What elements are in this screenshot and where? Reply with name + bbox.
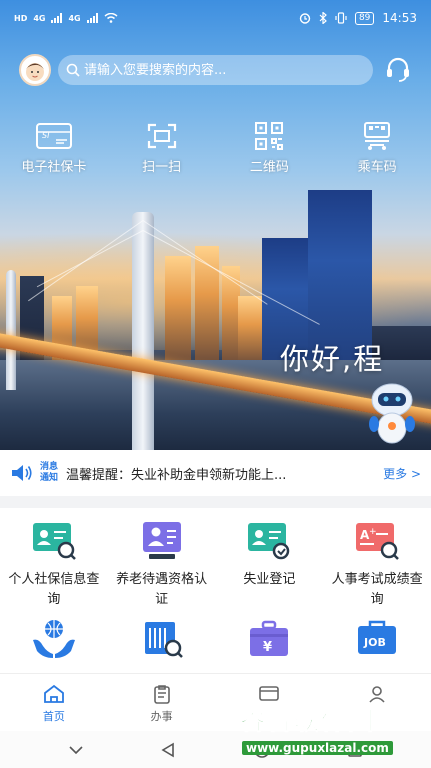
signal-icon xyxy=(51,13,63,23)
speaker-icon xyxy=(12,465,32,481)
collapse-icon[interactable] xyxy=(68,745,84,755)
signal-icon xyxy=(86,13,98,23)
service-pension-certification[interactable]: 养老待遇资格认证 xyxy=(108,520,216,618)
tab-label: 首页 xyxy=(42,710,65,723)
global-care-icon xyxy=(32,620,75,658)
notice-text[interactable]: 温馨提醒：失业补助金申领新功能上... xyxy=(66,464,346,483)
pension-certification-icon xyxy=(142,522,181,559)
service-unemployment-registration[interactable]: 失业登记 xyxy=(216,520,324,618)
social-insurance-query-icon xyxy=(32,523,76,560)
network-type-label: 4G xyxy=(33,13,46,23)
notice-badge-line1: 消息 xyxy=(40,462,59,472)
clipboard-icon xyxy=(153,685,170,704)
tab-label: 办事 xyxy=(150,710,173,723)
clock: 14:53 xyxy=(382,11,417,25)
service-personal-insurance-query[interactable]: 个人社保信息查询 xyxy=(0,520,108,618)
search-bar[interactable] xyxy=(58,55,373,85)
qr-code-icon xyxy=(255,122,284,150)
quick-action-label: 电子社保卡 xyxy=(21,160,87,175)
scan-icon xyxy=(147,123,176,149)
notice-badge: 消息 通知 xyxy=(40,462,58,484)
customer-service-icon[interactable] xyxy=(384,56,412,84)
yuan-briefcase-icon: ¥ xyxy=(250,620,289,656)
social-security-card-icon: SI xyxy=(35,123,72,149)
service-label: 失业登记 xyxy=(243,572,296,587)
service-exam-score-query[interactable]: A + 人事考试成绩查询 xyxy=(323,520,431,618)
bluetooth-icon xyxy=(319,12,327,24)
battery-indicator: 89 xyxy=(354,11,375,25)
notice-more-link[interactable]: 更多 > xyxy=(383,465,421,482)
section-divider xyxy=(0,496,431,508)
service-label: 人事考试成绩查询 xyxy=(331,572,423,607)
quick-action-ride-code[interactable]: 乘车码 xyxy=(323,120,431,175)
quick-action-social-security-card[interactable]: SI 电子社保卡 xyxy=(0,120,108,175)
bridge-pylon xyxy=(6,270,16,390)
unemployment-registration-icon xyxy=(248,523,290,560)
hd-label: HD xyxy=(14,13,28,23)
exam-score-query-icon: A + xyxy=(356,523,400,560)
quick-action-qr-code[interactable]: 二维码 xyxy=(216,120,324,175)
search-icon xyxy=(66,63,80,77)
avatar-face-icon xyxy=(26,63,44,81)
svg-text:+: + xyxy=(369,527,377,537)
tab-home[interactable]: 首页 xyxy=(0,674,108,731)
ride-code-icon xyxy=(364,122,391,150)
svg-text:¥: ¥ xyxy=(263,640,272,655)
wifi-icon xyxy=(104,13,118,23)
service-label: 养老待遇资格认证 xyxy=(116,572,208,607)
status-bar: HD 4G 4G 89 14:53 xyxy=(0,0,431,36)
vibrate-icon xyxy=(335,12,347,24)
skyline-building xyxy=(165,256,191,366)
service-label: 个人社保信息查询 xyxy=(8,572,100,607)
user-avatar[interactable] xyxy=(19,54,51,86)
job-icon-text: JOB xyxy=(363,636,386,649)
quick-action-label: 二维码 xyxy=(249,160,289,175)
quick-actions: SI 电子社保卡 扫一扫 二维码 乘车码 xyxy=(0,120,431,175)
network-indicators: HD 4G 4G xyxy=(14,13,118,23)
job-icon: JOB xyxy=(358,620,397,654)
quick-action-scan[interactable]: 扫一扫 xyxy=(108,120,216,175)
home-icon xyxy=(43,684,64,703)
quick-action-label: 乘车码 xyxy=(357,160,397,175)
document-search-icon xyxy=(144,622,183,658)
watermark-brand: 谷普软件园 xyxy=(239,706,376,736)
tab-services[interactable]: 办事 xyxy=(108,674,216,731)
bridge-pylon xyxy=(132,212,154,450)
watermark: 谷普软件园 www.gupuxlazal.com xyxy=(236,697,426,763)
watermark-url: www.gupuxlazal.com xyxy=(242,741,393,755)
notice-badge-line2: 通知 xyxy=(40,473,59,483)
assistant-robot-icon[interactable] xyxy=(362,378,422,448)
notice-bar[interactable]: 消息 通知 温馨提醒：失业补助金申领新功能上... 更多 > xyxy=(0,450,431,496)
network-type-label: 4G xyxy=(68,13,81,23)
back-icon[interactable] xyxy=(160,742,176,758)
greeting-text: 你好,程 xyxy=(280,342,385,376)
search-input[interactable] xyxy=(84,62,354,78)
alarm-icon xyxy=(299,13,311,24)
quick-action-label: 扫一扫 xyxy=(142,160,182,175)
